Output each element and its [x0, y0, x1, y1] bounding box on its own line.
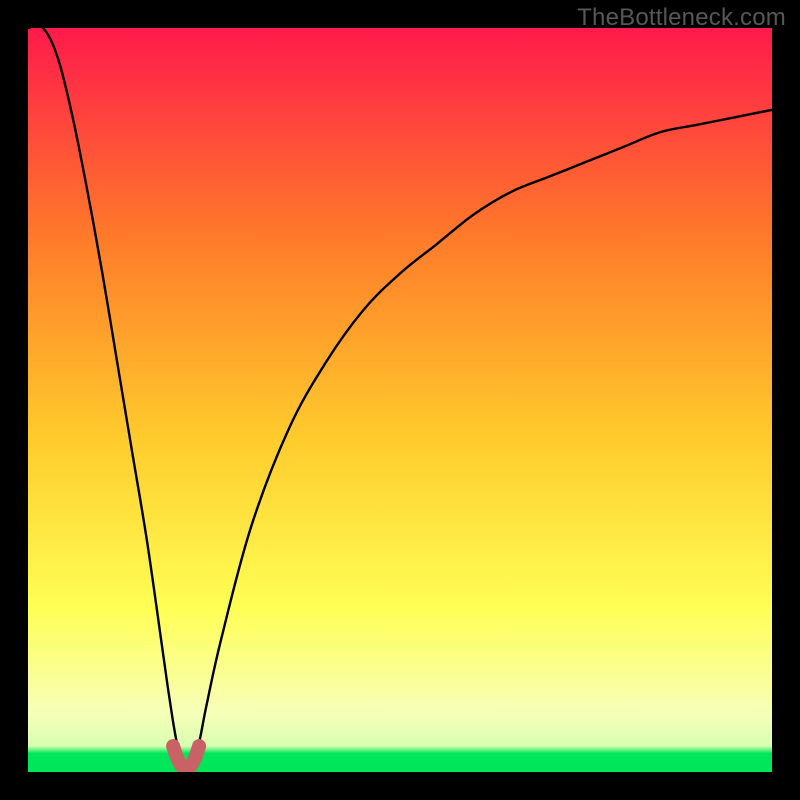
chart-frame: TheBottleneck.com	[0, 0, 800, 800]
plot-area	[28, 28, 772, 772]
bottleneck-curve	[28, 28, 772, 768]
curve-layer	[28, 28, 772, 772]
optimal-marker	[173, 746, 199, 769]
